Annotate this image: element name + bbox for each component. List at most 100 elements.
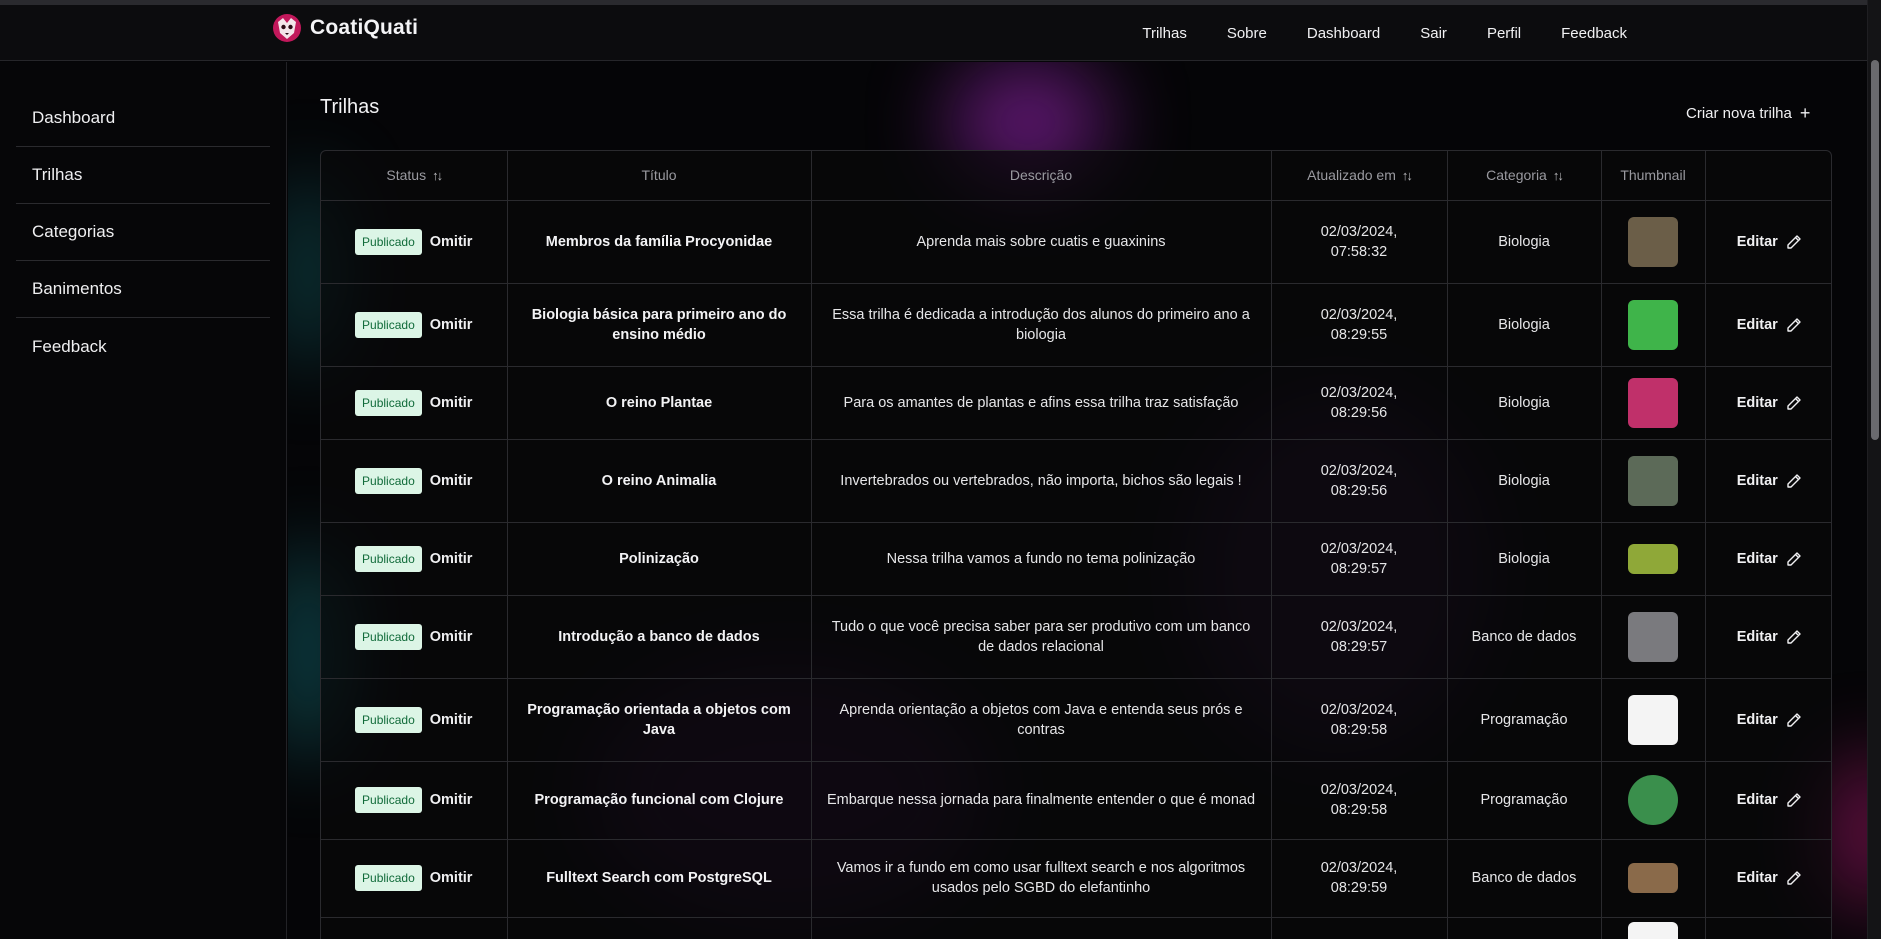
main-content: Trilhas Criar nova trilha + Status ↑↓ Tít…: [288, 62, 1867, 939]
updated-time: 08:29:57: [1330, 560, 1388, 577]
title-cell: Biologia básica para primeiro ano do ens…: [507, 283, 812, 367]
sort-icon[interactable]: ↑↓: [1553, 168, 1564, 183]
top-navbar: CoatiQuati Trilhas Sobre Dashboard Sair …: [0, 5, 1867, 61]
updated-date: 02/03/2024,: [1320, 782, 1398, 798]
header-thumbnail: Thumbnail: [1601, 151, 1706, 201]
brand[interactable]: CoatiQuati: [272, 13, 418, 43]
category-cell: Biologia: [1447, 283, 1602, 367]
category-cell: [1447, 917, 1602, 939]
status-badge: Publicado: [355, 623, 422, 650]
status-cell: [321, 917, 508, 939]
actions-cell: Editar: [1705, 366, 1831, 440]
sidebar: Dashboard Trilhas Categorias Banimentos …: [0, 62, 287, 939]
nav-sair[interactable]: Sair: [1420, 25, 1447, 42]
pencil-icon: [1787, 551, 1801, 566]
edit-label: Editar: [1736, 472, 1778, 489]
sort-icon[interactable]: ↑↓: [432, 168, 443, 183]
description-cell: [811, 917, 1272, 939]
sidebar-item-categorias[interactable]: Categorias: [16, 204, 270, 261]
omit-button[interactable]: Omitir: [430, 790, 473, 810]
status-badge: Publicado: [355, 865, 422, 891]
edit-button[interactable]: Editar: [1720, 710, 1820, 730]
updated-cell: 02/03/2024,: [1271, 917, 1448, 939]
nav-feedback[interactable]: Feedback: [1561, 25, 1627, 42]
scrollbar[interactable]: [1867, 0, 1881, 939]
category-cell: Biologia: [1447, 366, 1602, 440]
sidebar-item-dashboard[interactable]: Dashboard: [16, 90, 270, 147]
header-updated[interactable]: Atualizado em ↑↓: [1271, 151, 1448, 201]
header-status-label: Status: [386, 167, 427, 184]
updated-date: 02/03/2024,: [1320, 701, 1398, 718]
omit-button[interactable]: Omitir: [430, 393, 473, 413]
edit-button[interactable]: Editar: [1720, 393, 1820, 413]
sidebar-item-trilhas[interactable]: Trilhas: [16, 147, 270, 204]
edit-button[interactable]: Editar: [1720, 232, 1820, 252]
omit-button[interactable]: Omitir: [430, 232, 473, 252]
updated-cell: 02/03/2024, 08:29:57: [1271, 522, 1448, 596]
pencil-icon: [1787, 473, 1801, 488]
edit-button[interactable]: Editar: [1720, 471, 1820, 491]
table-row: Publicado Omitir Polinização Nessa trilha v…: [321, 522, 1831, 596]
nav-perfil[interactable]: Perfil: [1487, 25, 1521, 42]
plus-icon: +: [1799, 103, 1811, 123]
edit-button[interactable]: Editar: [1720, 790, 1820, 810]
updated-cell: 02/03/2024, 08:29:56: [1271, 439, 1448, 523]
title-cell: [507, 917, 812, 939]
scrollbar-thumb[interactable]: [1871, 60, 1879, 440]
nav-trilhas[interactable]: Trilhas: [1142, 25, 1186, 42]
description-cell: Aprenda orientação a objetos com Java e …: [811, 678, 1272, 762]
edit-button[interactable]: Editar: [1720, 627, 1820, 647]
status-cell: Publicado Omitir: [321, 761, 508, 840]
edit-button[interactable]: Editar: [1720, 868, 1820, 888]
thumbnail-image: [1628, 455, 1678, 506]
header-updated-label: Atualizado em: [1307, 167, 1396, 184]
title-cell: Programação orientada a objetos com Java: [507, 678, 812, 762]
description-cell: Aprenda mais sobre cuatis e guaxinins: [811, 200, 1272, 284]
omit-button[interactable]: Omitir: [430, 627, 473, 647]
omit-button[interactable]: Omitir: [430, 315, 473, 335]
title-cell: O reino Animalia: [507, 439, 812, 523]
actions-cell: Editar: [1705, 200, 1831, 284]
table-row: Publicado Omitir Programação orientada a o…: [321, 678, 1831, 762]
header-category[interactable]: Categoria ↑↓: [1447, 151, 1602, 201]
description-cell: Invertebrados ou vertebrados, não import…: [811, 439, 1272, 523]
sidebar-item-banimentos[interactable]: Banimentos: [16, 261, 270, 318]
description-cell: Tudo o que você precisa saber para ser p…: [811, 595, 1272, 679]
edit-label: Editar: [1736, 550, 1778, 567]
description-cell: Embarque nessa jornada para finalmente e…: [811, 761, 1272, 840]
edit-button[interactable]: Editar: [1720, 315, 1820, 335]
edit-button[interactable]: Editar: [1720, 549, 1820, 569]
edit-label: Editar: [1736, 628, 1778, 645]
sidebar-item-feedback[interactable]: Feedback: [16, 318, 270, 375]
thumbnail-image: [1628, 299, 1678, 350]
thumbnail-image: [1628, 922, 1678, 939]
omit-button[interactable]: Omitir: [430, 868, 473, 888]
omit-button[interactable]: Omitir: [430, 549, 473, 569]
trails-table: Status ↑↓ Título Descrição Atualizado em ↑…: [320, 150, 1832, 939]
omit-button[interactable]: Omitir: [430, 471, 473, 491]
updated-time: 08:29:58: [1330, 721, 1388, 738]
updated-date: 02/03/2024,: [1320, 223, 1398, 240]
updated-time: 08:29:55: [1330, 326, 1388, 343]
nav-sobre[interactable]: Sobre: [1227, 25, 1267, 42]
brand-name: CoatiQuati: [310, 16, 419, 39]
table-row: 02/03/2024,: [321, 917, 1831, 939]
sort-icon[interactable]: ↑↓: [1402, 168, 1413, 183]
updated-date: 02/03/2024,: [1320, 306, 1398, 323]
header-actions: [1705, 151, 1831, 201]
thumbnail-cell: [1601, 522, 1706, 596]
pencil-icon: [1787, 871, 1801, 885]
nav-dashboard[interactable]: Dashboard: [1307, 25, 1380, 42]
thumbnail-image: [1628, 216, 1678, 267]
create-trail-button[interactable]: Criar nova trilha +: [1686, 104, 1810, 122]
header-status[interactable]: Status ↑↓: [321, 151, 508, 201]
category-cell: Banco de dados: [1447, 595, 1602, 679]
omit-button[interactable]: Omitir: [430, 710, 473, 730]
table-row: Publicado Omitir Membros da família Procyo…: [321, 200, 1831, 284]
actions-cell: [1705, 917, 1831, 939]
thumbnail-image: [1628, 611, 1678, 662]
pencil-icon: [1787, 793, 1801, 807]
title-cell: Programação funcional com Clojure: [507, 761, 812, 840]
header-title: Título: [507, 151, 812, 201]
actions-cell: Editar: [1705, 678, 1831, 762]
